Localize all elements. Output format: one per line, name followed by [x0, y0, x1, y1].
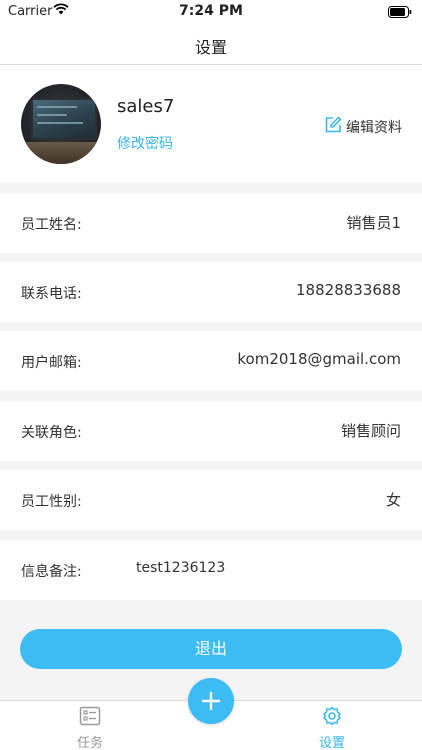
tab-settings[interactable]: 设置	[302, 706, 362, 750]
profile-card: sales7 修改密码 编辑资料	[0, 65, 422, 183]
info-row-email: 用户邮箱: kom2018@gmail.com	[0, 331, 422, 391]
info-row-phone: 联系电话: 18828833688	[0, 262, 422, 322]
page-title: 设置	[194, 38, 227, 57]
logout-button[interactable]: 退出	[20, 629, 402, 669]
edit-icon	[324, 116, 346, 138]
info-row-value: 女	[385, 491, 401, 509]
edit-profile-label: 编辑资料	[346, 120, 402, 136]
info-row-name: 员工姓名: 销售员1	[0, 193, 422, 253]
edit-profile-button[interactable]: 编辑资料	[324, 116, 402, 138]
info-row-label: 员工性别:	[21, 494, 82, 510]
info-row-label: 员工姓名:	[21, 217, 82, 233]
battery-icon	[388, 6, 412, 22]
add-task-button[interactable]	[188, 678, 234, 724]
info-row-label: 信息备注:	[21, 564, 82, 580]
info-row-role: 关联角色: 销售顾问	[0, 401, 422, 461]
gear-icon	[322, 706, 342, 730]
info-row-value: 18828833688	[296, 281, 401, 299]
tab-label: 设置	[318, 736, 345, 750]
info-row-value: test1236123	[136, 560, 226, 576]
plus-icon	[201, 691, 221, 711]
avatar-image	[31, 98, 97, 140]
username: sales7	[117, 96, 175, 117]
status-bar: Carrier 7:24 PM	[0, 0, 422, 24]
info-row-label: 用户邮箱:	[21, 355, 82, 371]
navigation-bar: 设置	[0, 24, 422, 65]
tab-label: 任务	[76, 736, 103, 750]
info-row-label: 联系电话:	[21, 286, 82, 302]
info-row-label: 关联角色:	[21, 425, 82, 441]
status-time: 7:24 PM	[179, 3, 243, 19]
task-list-icon	[79, 706, 101, 730]
info-row-value: 销售员1	[346, 214, 401, 232]
tab-task[interactable]: 任务	[60, 706, 120, 750]
avatar[interactable]	[21, 84, 101, 164]
settings-screen: Carrier 7:24 PM 设置 sales7 修改密码 编辑资料 员工姓名…	[0, 0, 422, 750]
info-row-value: kom2018@gmail.com	[237, 350, 401, 368]
info-row-value: 销售顾问	[340, 422, 401, 440]
change-password-link[interactable]: 修改密码	[117, 133, 173, 153]
info-row-remark: 信息备注: test1236123	[0, 540, 422, 600]
info-row-gender: 员工性别: 女	[0, 470, 422, 530]
